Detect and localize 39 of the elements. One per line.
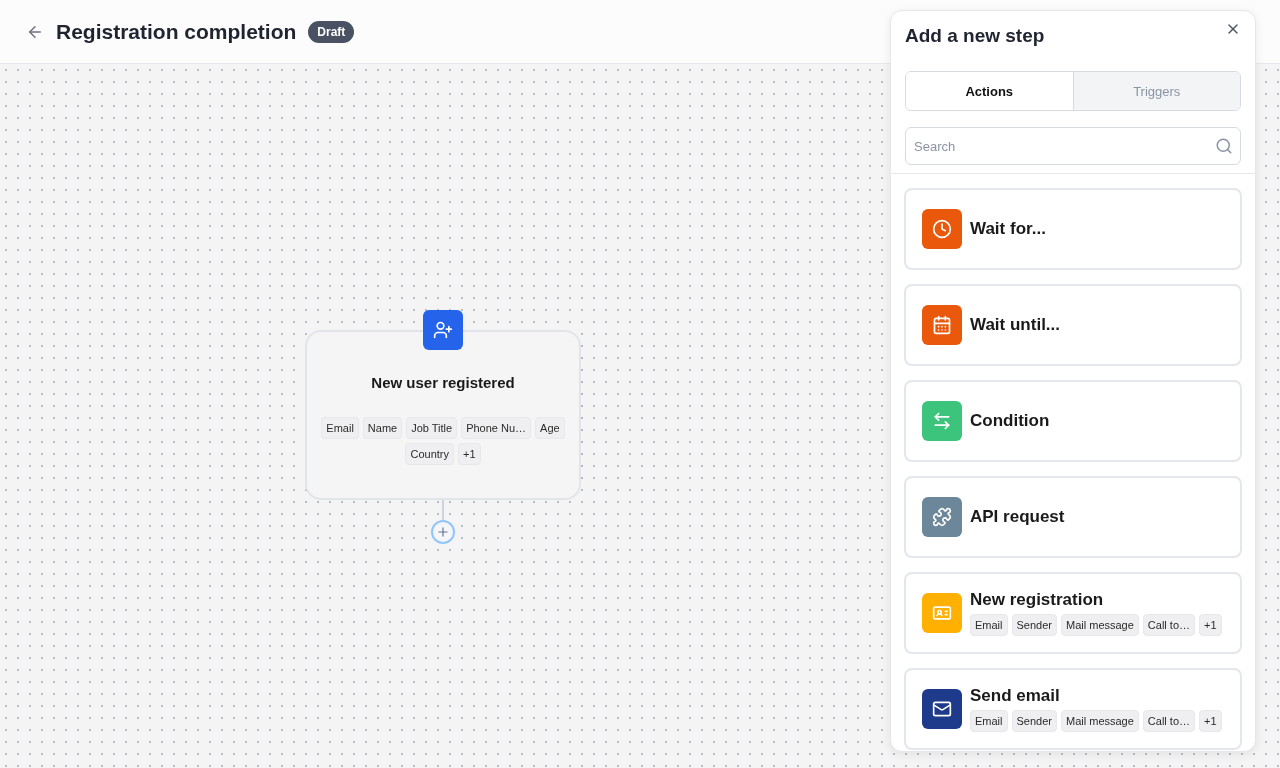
- search-field[interactable]: Search: [905, 127, 1241, 165]
- step-option[interactable]: Send email Email Sender Mail message Call to… +1: [904, 668, 1242, 750]
- field-tag: Name: [362, 417, 403, 439]
- search-icon: [1215, 137, 1233, 155]
- step-label: Send email: [970, 686, 1061, 706]
- field-tag: Phone Nu…: [461, 417, 532, 439]
- step-option[interactable]: Condition: [904, 380, 1242, 462]
- field-tag: Email: [970, 710, 1008, 732]
- field-tag: Sender: [1011, 614, 1057, 636]
- field-tag: Call to…: [1142, 614, 1196, 636]
- field-tag: Sender: [1011, 710, 1057, 732]
- step-label: Wait until...: [970, 315, 1061, 335]
- user-plus-icon: [423, 310, 463, 350]
- field-tag: Mail message: [1061, 710, 1139, 732]
- field-tag: +1: [1199, 614, 1222, 636]
- panel-title: Add a new step: [905, 25, 1045, 47]
- step-option[interactable]: API request: [904, 476, 1242, 558]
- status-badge: Draft: [308, 20, 355, 43]
- field-tag: Age: [535, 417, 565, 439]
- step-label: Condition: [970, 411, 1050, 431]
- step-label: New registration: [970, 590, 1105, 610]
- step-option[interactable]: New registration Email Sender Mail message Call to… +1: [904, 572, 1242, 654]
- step-label: Wait for...: [970, 219, 1046, 239]
- field-tag: +1: [458, 443, 481, 465]
- field-tag: Mail message: [1061, 614, 1139, 636]
- field-tag: +1: [1199, 710, 1222, 732]
- page-title: Registration completion: [56, 19, 297, 44]
- field-tag: Call to…: [1142, 710, 1196, 732]
- connector-line: [442, 500, 444, 520]
- plus-icon: [436, 525, 450, 539]
- trigger-node[interactable]: New user registered Email Name Job Title Phone Nu… Age Country +1: [305, 330, 581, 500]
- field-tag: Email: [321, 417, 359, 439]
- field-tag: Country: [405, 443, 454, 465]
- step-label: API request: [970, 507, 1065, 527]
- node-title: New user registered: [371, 374, 515, 391]
- field-tag: Email: [970, 614, 1008, 636]
- field-tag: Job Title: [406, 417, 458, 439]
- step-option[interactable]: Wait for...: [904, 188, 1242, 270]
- step-option[interactable]: Wait until...: [904, 284, 1242, 366]
